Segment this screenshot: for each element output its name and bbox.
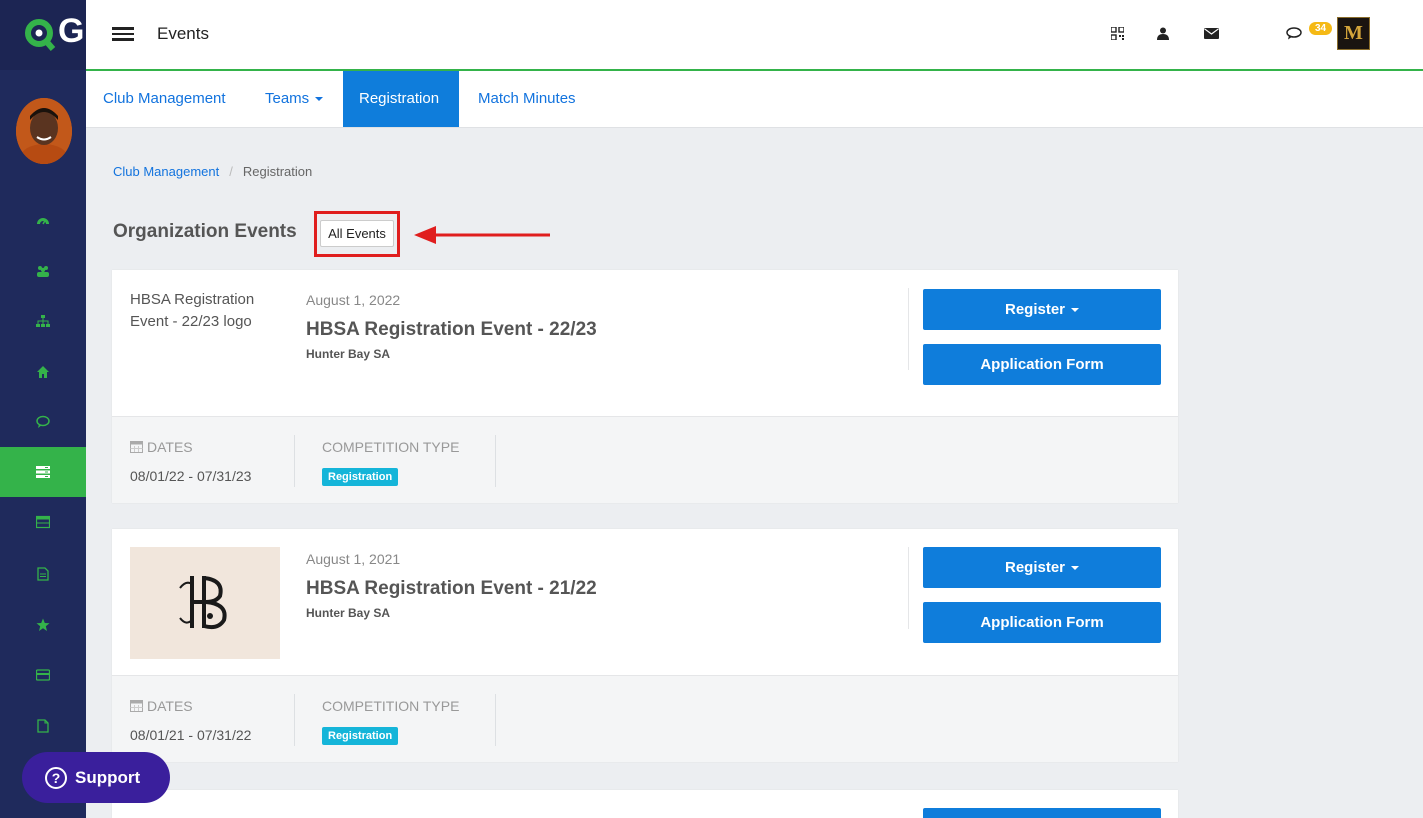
tab-label: Match Minutes <box>478 90 576 107</box>
sidebar-item-favorites[interactable] <box>0 600 86 650</box>
tab-match-minutes[interactable]: Match Minutes <box>462 71 592 127</box>
calendar-icon <box>130 441 143 453</box>
page-title: Events <box>157 24 209 43</box>
logo-q-icon <box>25 19 56 51</box>
app-logo[interactable]: G <box>0 0 86 70</box>
event-organization: Hunter Bay SA <box>306 347 391 361</box>
support-button[interactable]: ? Support <box>22 752 170 803</box>
file-icon <box>37 719 49 733</box>
top-navbar: Events 34 M <box>86 0 1423 71</box>
all-events-button[interactable]: All Events <box>320 220 394 247</box>
sidebar-item-dashboard[interactable] <box>0 196 86 246</box>
competition-type-badge: Registration <box>322 727 399 745</box>
application-form-button[interactable]: Application Form <box>923 344 1161 385</box>
section-title: Organization Events <box>113 221 297 242</box>
menu-toggle-icon[interactable] <box>112 27 134 41</box>
logo-letter: G <box>58 12 85 50</box>
list-icon <box>36 466 50 478</box>
sidebar-item-documents[interactable] <box>0 549 86 599</box>
sidebar-item-home[interactable] <box>0 347 86 397</box>
tab-label: Club Management <box>103 90 226 107</box>
sitemap-icon <box>36 315 50 327</box>
register-label: Register <box>1004 559 1066 576</box>
chat-icon <box>36 415 50 428</box>
document-icon <box>37 567 49 581</box>
dates-label: DATES <box>130 698 193 714</box>
divider <box>294 694 295 746</box>
tab-teams[interactable]: Teams <box>249 71 339 127</box>
tab-label: Teams <box>265 90 310 107</box>
dates-value: 08/01/21 - 07/31/22 <box>130 727 252 743</box>
sidebar-item-payments[interactable] <box>0 650 86 700</box>
caret-down-icon <box>1071 566 1080 571</box>
tab-label: Registration <box>359 90 440 107</box>
star-icon <box>36 618 50 631</box>
user-avatar[interactable] <box>16 98 72 164</box>
sidebar-item-chat[interactable] <box>0 397 86 447</box>
avatar-portrait <box>16 98 72 164</box>
caret-down-icon <box>1071 308 1080 313</box>
table-icon <box>36 515 50 529</box>
event-card-partial <box>112 790 1178 818</box>
register-dropdown-button[interactable] <box>923 808 1161 818</box>
divider <box>294 435 295 487</box>
breadcrumb: Club Management / Registration <box>113 164 312 179</box>
user-profile-icon[interactable] <box>1154 24 1172 42</box>
red-arrow-annotation-icon <box>414 226 550 244</box>
qr-code-icon[interactable] <box>1108 24 1126 42</box>
competition-type-label: COMPETITION TYPE <box>322 698 460 714</box>
tab-club-management[interactable]: Club Management <box>87 71 242 127</box>
register-dropdown-button[interactable]: Register <box>923 547 1161 588</box>
breadcrumb-current: Registration <box>242 164 313 179</box>
dates-label-text: DATES <box>147 698 193 714</box>
event-card: August 1, 2021 HBSA Registration Event -… <box>112 529 1178 762</box>
sidebar-item-table[interactable] <box>0 497 86 547</box>
sidebar-item-hierarchy[interactable] <box>0 296 86 346</box>
support-label: Support <box>75 767 141 787</box>
sidebar-item-events[interactable] <box>0 447 86 497</box>
users-icon <box>37 266 49 277</box>
event-logo-image <box>130 547 280 659</box>
event-date: August 1, 2022 <box>306 292 401 308</box>
event-logo-broken-image: HBSA Registration Event - 22/23 logo <box>130 289 290 333</box>
dates-label-text: DATES <box>147 439 193 455</box>
divider <box>495 694 496 746</box>
register-label: Register <box>1004 301 1066 318</box>
messages-icon[interactable] <box>1285 24 1303 42</box>
mail-icon[interactable] <box>1202 24 1220 42</box>
dashboard-icon <box>37 218 49 225</box>
event-name[interactable]: HBSA Registration Event - 22/23 <box>306 319 597 341</box>
home-icon <box>37 366 49 378</box>
sidebar-item-files[interactable] <box>0 701 86 751</box>
hb-monogram-logo-icon <box>179 576 227 630</box>
help-icon: ? <box>45 766 67 789</box>
event-date: August 1, 2021 <box>306 551 401 567</box>
event-organization: Hunter Bay SA <box>306 606 391 620</box>
sidebar: G <box>0 0 86 818</box>
dates-value: 08/01/22 - 07/31/23 <box>130 468 252 484</box>
sidebar-item-users[interactable] <box>0 246 86 296</box>
competition-type-badge: Registration <box>322 468 399 486</box>
breadcrumb-separator: / <box>229 164 233 179</box>
breadcrumb-link-club-management[interactable]: Club Management <box>113 164 219 179</box>
credit-card-icon <box>36 669 50 681</box>
caret-down-icon <box>315 97 324 102</box>
mail-count-badge: 34 <box>1309 22 1333 35</box>
tab-registration[interactable]: Registration <box>343 71 459 127</box>
event-logo-alt-text: HBSA Registration Event - 22/23 logo <box>130 291 255 330</box>
calendar-icon <box>130 700 143 712</box>
organization-avatar[interactable]: M <box>1337 17 1370 50</box>
register-dropdown-button[interactable]: Register <box>923 289 1161 330</box>
divider <box>908 547 909 629</box>
divider <box>908 288 909 370</box>
organization-avatar-initial: M <box>1344 22 1363 44</box>
competition-type-label: COMPETITION TYPE <box>322 439 460 455</box>
application-form-button[interactable]: Application Form <box>923 602 1161 643</box>
event-name[interactable]: HBSA Registration Event - 21/22 <box>306 578 597 600</box>
divider <box>495 435 496 487</box>
sub-nav-tabs: Club Management Teams Registration Match… <box>86 71 1423 128</box>
event-card: HBSA Registration Event - 22/23 logo Aug… <box>112 270 1178 503</box>
dates-label: DATES <box>130 439 193 455</box>
